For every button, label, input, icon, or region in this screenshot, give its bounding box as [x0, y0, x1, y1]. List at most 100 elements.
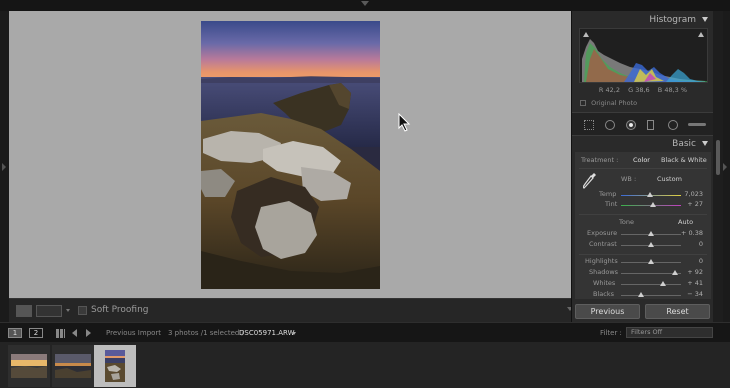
top-panel-bar: [0, 0, 730, 11]
divider: [579, 168, 707, 169]
contrast-value[interactable]: 0: [673, 240, 703, 248]
view-toolbar: Soft Proofing: [9, 298, 573, 322]
blacks-label: Blacks: [593, 290, 614, 298]
filename-dropdown-icon[interactable]: [292, 332, 296, 335]
forward-arrow-icon[interactable]: [86, 329, 91, 337]
shadow-clipping-icon[interactable]: [583, 32, 589, 37]
histogram-title: Histogram: [649, 15, 696, 25]
tone-label: Tone: [619, 218, 634, 226]
exposure-label: Exposure: [587, 229, 618, 237]
before-after-button[interactable]: [36, 305, 62, 317]
contrast-slider-thumb[interactable]: [648, 242, 654, 247]
whites-slider[interactable]: [621, 281, 681, 286]
tone-auto-button[interactable]: Auto: [678, 218, 693, 226]
previous-button[interactable]: Previous: [575, 304, 640, 319]
highlight-clipping-icon[interactable]: [698, 32, 704, 37]
hist-unit: %: [680, 86, 688, 94]
photo-count: 3 photos /1 selected /: [168, 329, 244, 337]
highlights-value[interactable]: 0: [673, 257, 703, 265]
temp-slider[interactable]: [621, 192, 681, 197]
filmstrip-bar: 1 2 Previous Import 3 photos /1 selected…: [0, 322, 730, 342]
thumbnail-image: [105, 350, 125, 382]
filmstrip-thumb[interactable]: [8, 345, 50, 387]
exposure-slider[interactable]: [621, 231, 681, 236]
image-canvas[interactable]: [9, 11, 571, 298]
tint-slider-thumb[interactable]: [650, 202, 656, 207]
window-2-button[interactable]: 2: [29, 328, 43, 338]
right-panel-toggle-icon[interactable]: [723, 163, 727, 171]
radial-filter-icon[interactable]: [668, 120, 678, 130]
right-panel-scroll-thumb[interactable]: [716, 140, 720, 175]
panel-buttons: Previous Reset: [572, 302, 714, 322]
graduated-filter-icon[interactable]: [647, 120, 654, 130]
temp-value[interactable]: 7,023: [673, 190, 703, 198]
tint-value[interactable]: + 27: [673, 200, 703, 208]
histogram[interactable]: [579, 28, 708, 83]
basic-title: Basic: [672, 139, 696, 149]
treatment-color-option[interactable]: Color: [633, 156, 650, 164]
whites-value[interactable]: + 41: [673, 279, 703, 287]
filmstrip: [0, 342, 730, 388]
spot-removal-icon[interactable]: [605, 120, 615, 130]
shadows-slider[interactable]: [621, 270, 681, 275]
divider: [579, 214, 707, 215]
filter-dropdown[interactable]: Filters Off: [626, 327, 713, 338]
wb-value[interactable]: Custom: [657, 175, 682, 183]
left-panel-toggle-icon[interactable]: [2, 163, 6, 171]
main-photo: [201, 21, 380, 289]
loupe-view-button[interactable]: [16, 305, 32, 317]
basic-panel: Treatment : Color Black & White WB : Cus…: [575, 152, 711, 299]
source-label[interactable]: Previous Import: [106, 329, 161, 337]
treatment-label: Treatment :: [581, 156, 619, 164]
exposure-value[interactable]: + 0.38: [673, 229, 703, 237]
grid-view-icon[interactable]: [56, 329, 65, 338]
highlights-slider-thumb[interactable]: [648, 259, 654, 264]
window-1-button[interactable]: 1: [8, 328, 22, 338]
whites-slider-thumb[interactable]: [660, 281, 666, 286]
crop-tool-icon[interactable]: [584, 120, 594, 130]
back-arrow-icon[interactable]: [72, 329, 77, 337]
blacks-slider[interactable]: [621, 292, 681, 297]
soft-proofing-label: Soft Proofing: [91, 305, 149, 315]
selected-filename[interactable]: DSC05971.ARW: [239, 329, 295, 337]
original-photo-label: Original Photo: [591, 99, 638, 107]
contrast-slider[interactable]: [621, 242, 681, 247]
contrast-label: Contrast: [589, 240, 617, 248]
divider: [579, 254, 707, 255]
wb-label: WB :: [621, 175, 637, 183]
before-after-caret-icon[interactable]: [66, 309, 70, 312]
whites-label: Whites: [593, 279, 616, 287]
basic-collapse-icon[interactable]: [702, 141, 708, 146]
histogram-graph: [582, 39, 707, 82]
histogram-collapse-icon[interactable]: [702, 17, 708, 22]
filmstrip-thumb[interactable]: [52, 345, 94, 387]
adjustment-brush-icon[interactable]: [688, 123, 706, 126]
hist-b-value: 48,3: [664, 86, 679, 94]
original-photo-toggle[interactable]: Original Photo: [580, 99, 637, 107]
wb-eyedropper-icon[interactable]: [583, 172, 597, 190]
temp-slider-thumb[interactable]: [647, 192, 653, 197]
exposure-slider-thumb[interactable]: [648, 231, 654, 236]
blacks-value[interactable]: − 34: [673, 290, 703, 298]
original-photo-checkbox[interactable]: [580, 100, 586, 106]
filmstrip-thumb-selected[interactable]: [94, 345, 136, 387]
thumbnail-image: [11, 354, 47, 378]
shadows-value[interactable]: + 92: [673, 268, 703, 276]
blacks-slider-thumb[interactable]: [638, 292, 644, 297]
soft-proofing-checkbox[interactable]: [78, 306, 87, 315]
red-eye-icon[interactable]: [626, 120, 636, 130]
highlights-slider[interactable]: [621, 259, 681, 264]
tint-label: Tint: [605, 200, 618, 208]
filter-value: Filters Off: [631, 328, 663, 336]
right-panel: Histogram R 42,2 G 38,6 B 48,3 % Origina…: [571, 11, 714, 322]
hist-r-value: 42,2: [605, 86, 621, 94]
reset-button[interactable]: Reset: [645, 304, 710, 319]
basic-header[interactable]: Basic: [572, 137, 714, 151]
highlights-label: Highlights: [585, 257, 618, 265]
top-panel-toggle-icon[interactable]: [361, 1, 369, 6]
hist-g-value: 38,6: [635, 86, 650, 94]
histogram-header[interactable]: Histogram: [572, 13, 714, 27]
treatment-bw-option[interactable]: Black & White: [661, 156, 707, 164]
tint-slider[interactable]: [621, 202, 681, 207]
temp-label: Temp: [599, 190, 617, 198]
